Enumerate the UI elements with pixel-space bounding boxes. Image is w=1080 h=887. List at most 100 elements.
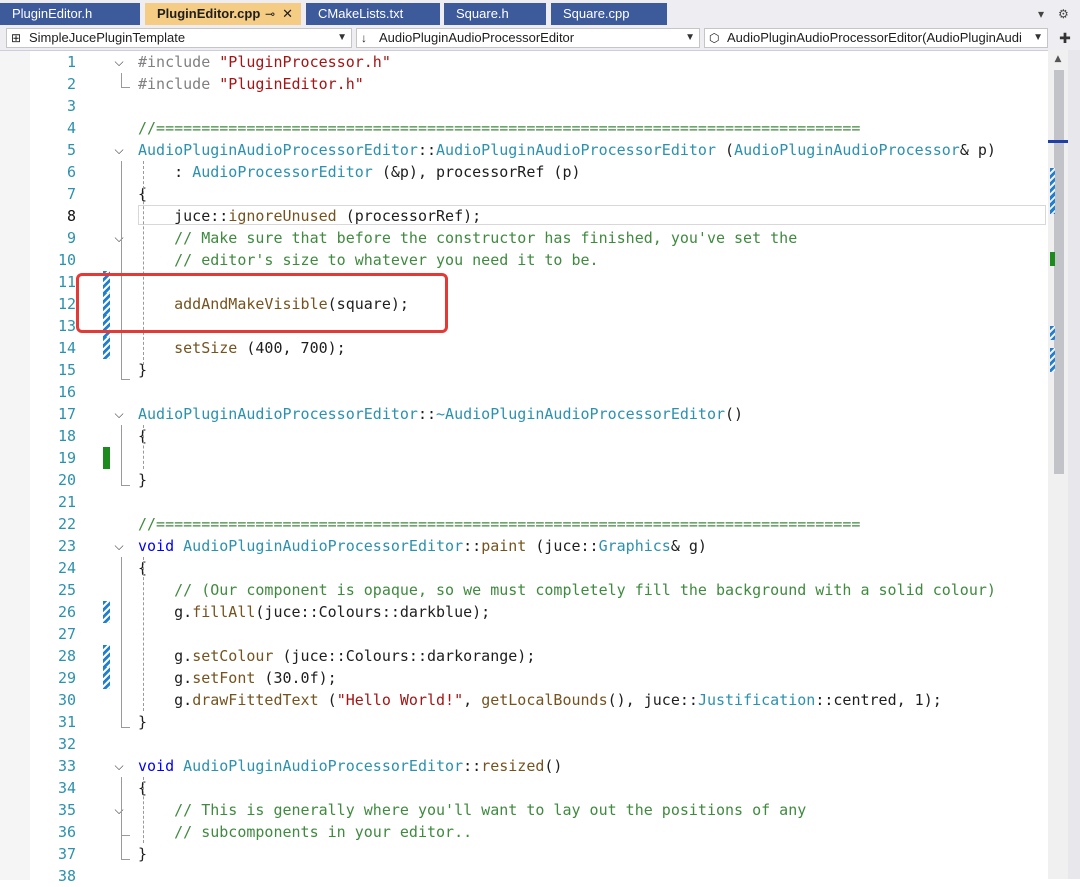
fold-toggle-icon[interactable]: ⌵ xyxy=(112,755,126,777)
code-line[interactable]: 3 xyxy=(0,95,1048,117)
split-window-icon[interactable]: ✚ xyxy=(1050,28,1080,50)
code-line[interactable]: 25 // (Our component is opaque, so we mu… xyxy=(0,579,1048,601)
indent-guide xyxy=(143,161,144,365)
change-indicator xyxy=(103,667,110,689)
line-number: 3 xyxy=(66,97,76,115)
tab-square-h[interactable]: Square.h xyxy=(444,3,546,25)
tab-list-dropdown-icon[interactable]: ▾ xyxy=(1038,3,1044,25)
code-text: g.fillAll(juce::Colours::darkblue); xyxy=(138,603,491,621)
code-text: g.drawFittedText ("Hello World!", getLoc… xyxy=(138,691,942,709)
code-line[interactable]: 18{ xyxy=(0,425,1048,447)
project-dropdown[interactable]: ⊞ SimpleJucePluginTemplate ▼ xyxy=(6,28,352,48)
code-line[interactable]: 30 g.drawFittedText ("Hello World!", get… xyxy=(0,689,1048,711)
code-text: //======================================… xyxy=(138,119,861,137)
code-line[interactable]: 37} xyxy=(0,843,1048,865)
close-tab-icon[interactable]: ✕ xyxy=(282,3,293,25)
code-text: //======================================… xyxy=(138,515,861,533)
chevron-down-icon: ▼ xyxy=(1033,32,1043,43)
fold-toggle-icon[interactable]: ⌵ xyxy=(112,403,126,425)
code-line[interactable]: 33 ⌵ void AudioPluginAudioProcessorEditor:… xyxy=(0,755,1048,777)
code-line[interactable]: 35 ⌵ // This is generally where you'll wa… xyxy=(0,799,1048,821)
change-marker xyxy=(1050,348,1055,372)
code-line[interactable]: 9 ⌵ // Make sure that before the construc… xyxy=(0,227,1048,249)
line-number: 10 xyxy=(57,251,76,269)
code-text: : AudioProcessorEditor (&p), processorRe… xyxy=(138,163,581,181)
code-text: void AudioPluginAudioProcessorEditor::pa… xyxy=(138,537,707,555)
code-text: } xyxy=(138,845,148,863)
line-number: 28 xyxy=(57,647,76,665)
code-line[interactable]: 38 xyxy=(0,865,1048,887)
tab-label: Square.cpp xyxy=(563,6,630,21)
member-dropdown[interactable]: ⬡ AudioPluginAudioProcessorEditor(AudioP… xyxy=(704,28,1048,48)
scroll-up-icon[interactable]: ▲ xyxy=(1048,50,1068,68)
line-number: 20 xyxy=(57,471,76,489)
code-line[interactable]: 6 : AudioProcessorEditor (&p), processor… xyxy=(0,161,1048,183)
code-line[interactable]: 5 ⌵ AudioPluginAudioProcessorEditor::Audio… xyxy=(0,139,1048,161)
line-number: 5 xyxy=(66,141,76,159)
indent-guide xyxy=(143,777,144,843)
code-line[interactable]: 17 ⌵ AudioPluginAudioProcessorEditor::~Aud… xyxy=(0,403,1048,425)
code-line[interactable]: 23 ⌵ void AudioPluginAudioProcessorEditor:… xyxy=(0,535,1048,557)
line-number: 26 xyxy=(57,603,76,621)
code-line[interactable]: 26 g.fillAll(juce::Colours::darkblue); xyxy=(0,601,1048,623)
pin-icon[interactable]: ⊸ xyxy=(265,3,275,25)
code-line[interactable]: 29 g.setFont (30.0f); xyxy=(0,667,1048,689)
scope-dropdown[interactable]: ↓ AudioPluginAudioProcessorEditor ▼ xyxy=(356,28,700,48)
caret-position-marker xyxy=(1048,140,1068,143)
code-line[interactable]: 24{ xyxy=(0,557,1048,579)
code-line[interactable]: 10 // editor's size to whatever you need… xyxy=(0,249,1048,271)
change-indicator xyxy=(103,645,110,667)
tab-label: Square.h xyxy=(456,6,509,21)
line-number: 9 xyxy=(66,229,76,247)
code-line[interactable]: 36 // subcomponents in your editor.. xyxy=(0,821,1048,843)
code-line[interactable]: 21 xyxy=(0,491,1048,513)
settings-gear-icon[interactable]: ⚙ xyxy=(1058,3,1069,25)
tab-plugineditor-h[interactable]: PluginEditor.h xyxy=(0,3,140,25)
code-line[interactable]: 14 setSize (400, 700); xyxy=(0,337,1048,359)
code-line[interactable]: 1 ⌵ #include "PluginProcessor.h" xyxy=(0,51,1048,73)
chevron-down-icon: ▼ xyxy=(685,32,695,43)
line-number: 7 xyxy=(66,185,76,203)
fold-toggle-icon[interactable]: ⌵ xyxy=(112,139,126,161)
line-number: 36 xyxy=(57,823,76,841)
code-line[interactable]: 16 xyxy=(0,381,1048,403)
tab-square-cpp[interactable]: Square.cpp xyxy=(551,3,667,25)
code-line[interactable]: 4 //=====================================… xyxy=(0,117,1048,139)
code-line[interactable]: 2 #include "PluginEditor.h" xyxy=(0,73,1048,95)
fold-toggle-icon[interactable]: ⌵ xyxy=(112,535,126,557)
code-line[interactable]: 15} xyxy=(0,359,1048,381)
line-number: 15 xyxy=(57,361,76,379)
scrollbar-thumb[interactable] xyxy=(1054,70,1064,474)
tab-cmakelists[interactable]: CMakeLists.txt xyxy=(306,3,440,25)
code-line[interactable]: 8 juce::ignoreUnused (processorRef); xyxy=(0,205,1048,227)
scope-dropdown-value: AudioPluginAudioProcessorEditor xyxy=(379,30,575,45)
tab-label: CMakeLists.txt xyxy=(318,6,404,21)
code-text: // editor's size to whatever you need it… xyxy=(138,251,599,269)
change-indicator xyxy=(103,337,110,359)
code-line[interactable]: 27 xyxy=(0,623,1048,645)
fold-toggle-icon[interactable]: ⌵ xyxy=(112,51,126,73)
line-number: 14 xyxy=(57,339,76,357)
line-number: 23 xyxy=(57,537,76,555)
code-text: // subcomponents in your editor.. xyxy=(138,823,473,841)
code-line[interactable]: 32 xyxy=(0,733,1048,755)
code-line[interactable]: 19 xyxy=(0,447,1048,469)
code-line[interactable]: 20} xyxy=(0,469,1048,491)
down-arrow-icon: ↓ xyxy=(361,31,367,45)
code-line[interactable]: 28 g.setColour (juce::Colours::darkorang… xyxy=(0,645,1048,667)
line-number: 12 xyxy=(57,295,76,313)
code-text: void AudioPluginAudioProcessorEditor::re… xyxy=(138,757,563,775)
method-cube-icon: ⬡ xyxy=(709,31,720,45)
fold-bracket xyxy=(121,777,130,860)
code-line[interactable]: 22 //====================================… xyxy=(0,513,1048,535)
code-line[interactable]: 34{ xyxy=(0,777,1048,799)
code-editor[interactable]: 1 ⌵ #include "PluginProcessor.h" 2 #include … xyxy=(0,50,1048,885)
line-number: 34 xyxy=(57,779,76,797)
tab-plugineditor-cpp[interactable]: PluginEditor.cpp ⊸ ✕ xyxy=(145,3,301,25)
fold-bracket xyxy=(121,73,130,88)
line-number: 31 xyxy=(57,713,76,731)
code-text: AudioPluginAudioProcessorEditor::AudioPl… xyxy=(138,141,996,159)
code-line[interactable]: 31} xyxy=(0,711,1048,733)
line-number: 17 xyxy=(57,405,76,423)
code-line[interactable]: 7{ xyxy=(0,183,1048,205)
